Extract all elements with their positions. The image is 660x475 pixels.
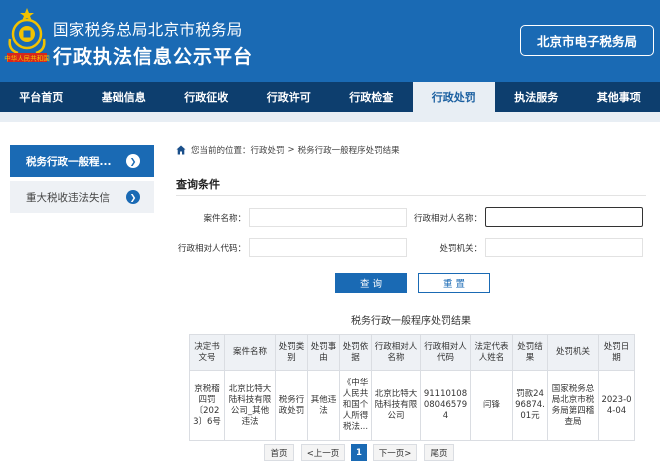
table-header-row: 决定书文号 案件名称 处罚类别 处罚事由 处罚依据 行政相对人名称 行政相对人代… <box>189 334 635 371</box>
penalty-authority-label: 处罚机关： <box>439 244 482 254</box>
penalty-authority-input[interactable] <box>485 238 643 257</box>
sidebar-item-label: 税务行政一般程... <box>26 155 112 168</box>
counterparty-code-label: 行政相对人代码： <box>177 244 246 254</box>
column-header: 处罚日期 <box>598 334 635 371</box>
counterparty-name-input[interactable] <box>485 207 643 227</box>
column-header: 决定书文号 <box>189 334 225 371</box>
tax-emblem-icon: 中华人民共和国 <box>4 8 50 63</box>
results-title: 税务行政一般程序处罚结果 <box>351 316 471 327</box>
query-section-title: 查询条件 <box>176 178 220 191</box>
counterparty-name-label: 行政相对人名称： <box>413 214 482 224</box>
table-cell-case-name[interactable]: 北京比特大陆科技有限公司_其他违法 <box>224 370 276 441</box>
svg-text:中华人民共和国: 中华人民共和国 <box>4 54 50 63</box>
column-header: 处罚依据 <box>339 334 372 371</box>
results-table: 决定书文号 案件名称 处罚类别 处罚事由 处罚依据 行政相对人名称 行政相对人代… <box>189 334 635 441</box>
nav-item-enforcement-service[interactable]: 执法服务 <box>495 82 578 112</box>
breadcrumb-separator: > <box>287 145 295 155</box>
column-header: 处罚机关 <box>547 334 599 371</box>
case-name-input[interactable] <box>249 208 407 227</box>
nav-item-basic-info[interactable]: 基础信息 <box>83 82 166 112</box>
table-cell-reason: 其他违法 <box>307 370 340 441</box>
nav-item-admin-penalty[interactable]: 行政处罚 <box>412 82 495 112</box>
table-cell-legal-rep: 闫锋 <box>470 370 513 441</box>
table-cell-counterparty-name: 北京比特大陆科技有限公司 <box>371 370 421 441</box>
query-button[interactable]: 查 询 <box>335 273 407 293</box>
table-cell-basis: 《中华人民共和国个人所得税法... <box>339 370 372 441</box>
column-header: 处罚事由 <box>307 334 340 371</box>
breadcrumb-prefix: 您当前的位置： <box>191 146 251 156</box>
last-page-button[interactable]: 尾页 <box>424 444 454 461</box>
column-header: 处罚结果 <box>512 334 548 371</box>
chevron-right-icon: ❯ <box>126 190 140 204</box>
column-header: 行政相对人代码 <box>420 334 471 371</box>
table-row[interactable]: 京税稽四罚〔2023〕6号 北京比特大陆科技有限公司_其他违法 税务行政处罚 其… <box>189 370 635 441</box>
table-cell-result: 罚款2496874.01元 <box>512 370 548 441</box>
nav-underbar <box>0 112 660 122</box>
chevron-right-icon: ❯ <box>126 154 140 168</box>
table-cell-decision-no: 京税稽四罚〔2023〕6号 <box>189 370 225 441</box>
nav-item-home[interactable]: 平台首页 <box>0 82 83 112</box>
main-nav: 平台首页 基础信息 行政征收 行政许可 行政检查 行政处罚 执法服务 其他事项 <box>0 82 660 112</box>
current-page-button[interactable]: 1 <box>351 444 367 461</box>
sidebar-item-label: 重大税收违法失信 <box>26 191 110 204</box>
site-header: 中华人民共和国 国家税务总局北京市税务局 行政执法信息公示平台 北京市电子税务局 <box>0 0 660 82</box>
home-icon <box>176 145 186 155</box>
breadcrumb: 您当前的位置： 行政处罚 > 税务行政一般程序处罚结果 <box>176 142 646 158</box>
nav-item-admin-inspection[interactable]: 行政检查 <box>330 82 413 112</box>
nav-item-other-matters[interactable]: 其他事项 <box>578 82 660 112</box>
column-header: 行政相对人名称 <box>371 334 421 371</box>
first-page-button[interactable]: 首页 <box>264 444 294 461</box>
sidebar-item-major-violation[interactable]: 重大税收违法失信 ❯ <box>10 181 154 213</box>
table-cell-counterparty-code: 91110108080465794 <box>420 370 471 441</box>
sidebar-item-general-procedure[interactable]: 税务行政一般程... ❯ <box>10 145 154 177</box>
table-cell-date: 2023-04-04 <box>598 370 635 441</box>
prev-page-button[interactable]: <上一页 <box>301 444 345 461</box>
divider <box>176 195 646 196</box>
platform-name: 行政执法信息公示平台 <box>53 46 254 68</box>
e-tax-bureau-button[interactable]: 北京市电子税务局 <box>520 25 654 56</box>
org-name: 国家税务总局北京市税务局 <box>53 21 243 39</box>
table-cell-authority: 国家税务总局北京市税务局第四稽查局 <box>547 370 599 441</box>
breadcrumb-level2[interactable]: 税务行政一般程序处罚结果 <box>298 144 400 156</box>
column-header: 案件名称 <box>224 334 276 371</box>
case-name-label: 案件名称： <box>203 214 246 224</box>
counterparty-code-input[interactable] <box>249 238 407 257</box>
column-header: 处罚类别 <box>275 334 308 371</box>
nav-item-admin-collection[interactable]: 行政征收 <box>165 82 248 112</box>
reset-button[interactable]: 重 置 <box>418 273 490 293</box>
table-cell-penalty-type: 税务行政处罚 <box>275 370 308 441</box>
next-page-button[interactable]: 下一页> <box>373 444 417 461</box>
column-header: 法定代表人姓名 <box>470 334 513 371</box>
breadcrumb-level1[interactable]: 行政处罚 <box>251 144 285 156</box>
nav-item-admin-license[interactable]: 行政许可 <box>248 82 331 112</box>
